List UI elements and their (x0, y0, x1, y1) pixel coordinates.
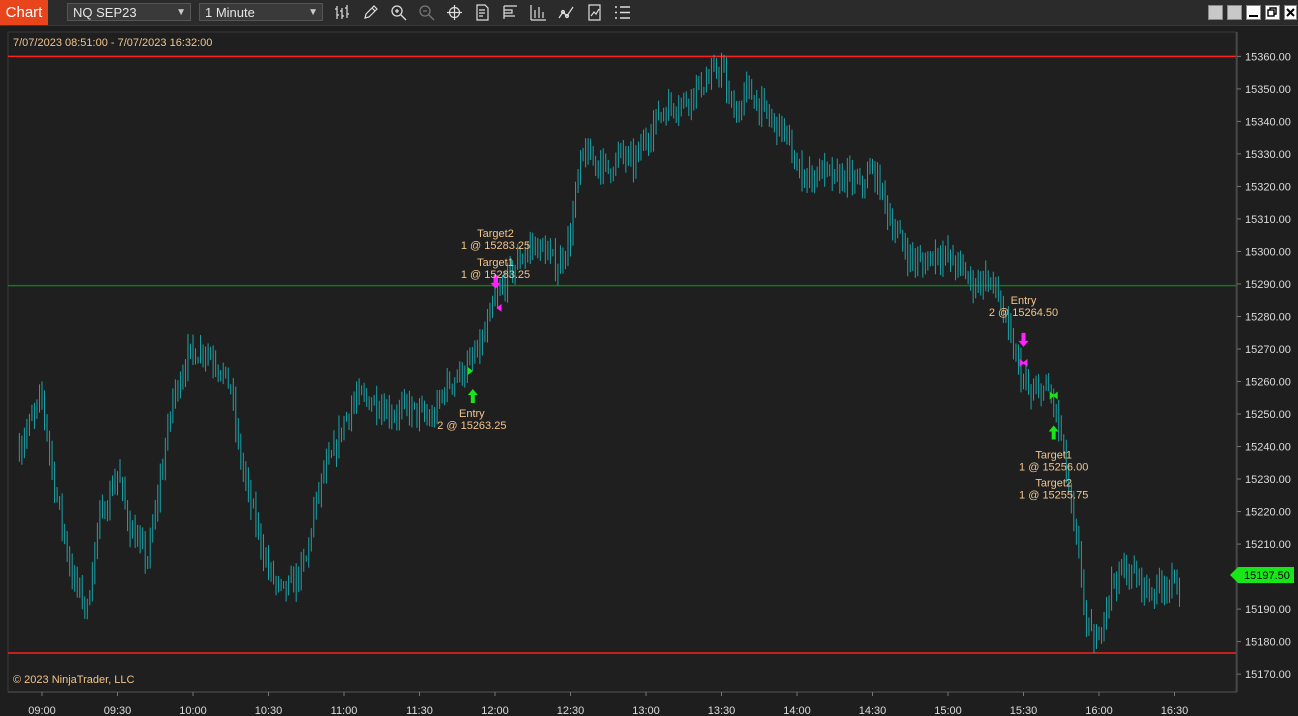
price-tick-label: 15260.00 (1245, 377, 1291, 389)
price-tick-label: 15170.00 (1245, 669, 1291, 681)
current-price-tag: 15197.50 (1230, 567, 1294, 583)
execution-label: Target2 (477, 228, 514, 240)
instrument-selector[interactable]: NQ SEP23 ▼ (67, 3, 191, 21)
minimize-icon (1249, 15, 1258, 17)
execution-detail: 1 @ 15256.00 (1019, 462, 1088, 474)
execution-detail: 1 @ 15255.75 (1019, 490, 1088, 502)
tile-panel-button[interactable] (1227, 5, 1242, 20)
price-tick-label: 15280.00 (1245, 311, 1291, 323)
chart-tab[interactable]: Chart (0, 0, 48, 25)
bar-style-icon[interactable] (334, 4, 351, 21)
minimize-button[interactable] (1246, 5, 1261, 20)
time-tick-label: 16:30 (1161, 705, 1189, 716)
price-tick-label: 15210.00 (1245, 539, 1291, 551)
list-icon[interactable] (614, 4, 631, 21)
restore-button[interactable] (1265, 5, 1280, 20)
time-tick-label: 11:30 (406, 705, 433, 716)
chart-toolbar: Chart NQ SEP23 ▼ 1 Minute ▼ (0, 0, 1298, 26)
time-tick-label: 13:00 (632, 705, 660, 716)
execution-detail: 1 @ 15283.25 (461, 269, 530, 281)
time-tick-label: 12:30 (557, 705, 585, 716)
zoom-in-icon[interactable] (390, 4, 407, 21)
instrument-value: NQ SEP23 (73, 5, 137, 20)
chart-date-range: 7/07/2023 08:51:00 - 7/07/2023 16:32:00 (13, 37, 212, 49)
price-tick-label: 15290.00 (1245, 279, 1291, 291)
price-tick-label: 15360.00 (1245, 51, 1291, 63)
price-chart[interactable]: Entry2 @ 15263.25Target11 @ 15283.25Targ… (0, 26, 1298, 716)
price-tick-label: 15180.00 (1245, 637, 1291, 649)
interval-selector[interactable]: 1 Minute ▼ (199, 3, 323, 21)
execution-label: Target1 (477, 257, 514, 269)
price-tick-label: 15220.00 (1245, 507, 1291, 519)
restore-icon (1267, 7, 1277, 17)
zoom-out-icon[interactable] (418, 4, 435, 21)
execution-detail: 1 @ 15283.25 (461, 240, 530, 252)
close-icon (1286, 8, 1295, 17)
properties-icon[interactable] (502, 4, 519, 21)
time-tick-label: 13:30 (708, 705, 736, 716)
time-tick-label: 12:00 (481, 705, 509, 716)
time-tick-label: 09:30 (104, 705, 132, 716)
execution-label: Entry (1011, 295, 1037, 307)
execution-detail: 2 @ 15263.25 (437, 420, 506, 432)
bar-chart-icon[interactable] (530, 4, 547, 21)
price-tick-label: 15230.00 (1245, 474, 1291, 486)
time-tick-label: 10:00 (179, 705, 207, 716)
time-tick-label: 11:00 (331, 705, 358, 716)
strategies-icon[interactable] (586, 4, 603, 21)
price-tick-label: 15320.00 (1245, 181, 1291, 193)
price-tick-label: 15330.00 (1245, 149, 1291, 161)
chevron-down-icon: ▼ (308, 7, 318, 18)
time-tick-label: 10:30 (255, 705, 283, 716)
price-tick-label: 15350.00 (1245, 84, 1291, 96)
price-tick-label: 15300.00 (1245, 246, 1291, 258)
minimize-panel-button[interactable] (1208, 5, 1223, 20)
time-tick-label: 14:00 (783, 705, 811, 716)
interval-value: 1 Minute (205, 5, 255, 20)
time-tick-label: 16:00 (1085, 705, 1113, 716)
current-price-label: 15197.50 (1244, 570, 1290, 582)
pencil-icon[interactable] (362, 4, 379, 21)
chart-panel (7, 31, 1237, 693)
data-box-icon[interactable] (474, 4, 491, 21)
time-tick-label: 15:30 (1010, 705, 1038, 716)
price-tick-label: 15340.00 (1245, 116, 1291, 128)
price-tick-label: 15190.00 (1245, 604, 1291, 616)
execution-detail: 2 @ 15264.50 (989, 307, 1058, 319)
price-tick-label: 15270.00 (1245, 344, 1291, 356)
time-tick-label: 15:00 (934, 705, 962, 716)
chevron-down-icon: ▼ (176, 7, 186, 18)
crosshair-icon[interactable] (446, 4, 463, 21)
price-tick-label: 15240.00 (1245, 442, 1291, 454)
time-tick-label: 14:30 (859, 705, 887, 716)
execution-label: Target1 (1035, 450, 1072, 462)
indicators-icon[interactable] (558, 4, 575, 21)
execution-label: Target2 (1035, 478, 1072, 490)
copyright-text: © 2023 NinjaTrader, LLC (13, 674, 134, 686)
time-tick-label: 09:00 (28, 705, 56, 716)
close-button[interactable] (1284, 5, 1297, 20)
price-tick-label: 15310.00 (1245, 214, 1291, 226)
execution-label: Entry (459, 408, 485, 420)
price-tick-label: 15250.00 (1245, 409, 1291, 421)
